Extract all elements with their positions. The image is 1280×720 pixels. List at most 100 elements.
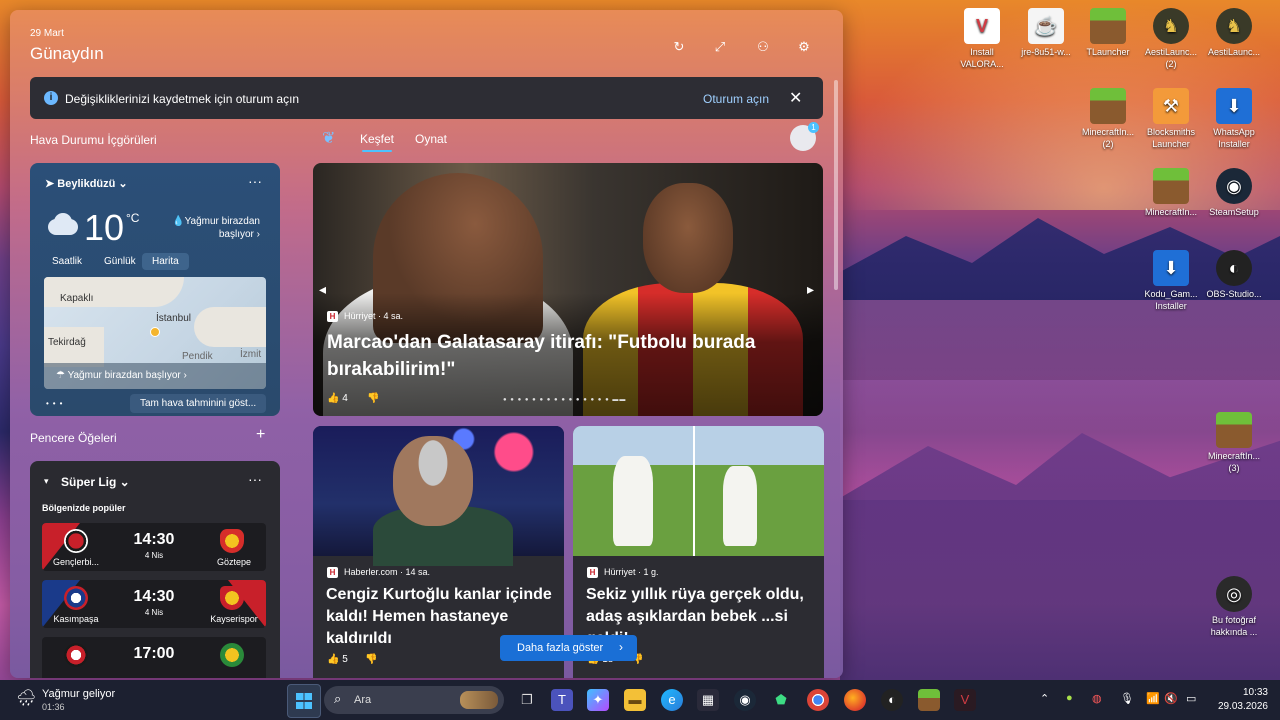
more-options-icon[interactable]: ···	[248, 173, 262, 189]
desktop-icon-steamsetup[interactable]: ◉ SteamSetup	[1204, 168, 1264, 218]
desktop-icon-blocksmiths[interactable]: ⚒ Blocksmiths Launcher	[1141, 88, 1201, 150]
desktop-icon-minecraft[interactable]: MinecraftIn...	[1141, 168, 1201, 218]
desktop-icon-obs[interactable]: ◐ OBS-Studio...	[1204, 250, 1264, 300]
tab-play[interactable]: Oynat	[415, 132, 447, 146]
match-row[interactable]: Kasımpaşa 14:30 4 Nis Kayserispor	[42, 580, 266, 628]
temperature-unit: °C	[126, 211, 140, 225]
info-icon: i	[44, 91, 58, 105]
steam-icon[interactable]: ◉	[734, 689, 756, 711]
hurriyet-logo-icon: H	[327, 311, 338, 323]
settings-gear-icon[interactable]: ⚙	[795, 38, 813, 56]
temperature: 10	[84, 207, 125, 248]
chrome-icon[interactable]	[807, 689, 829, 711]
volume-muted-icon[interactable]: 🔇	[1164, 692, 1178, 705]
minecraft-icon[interactable]	[918, 689, 940, 711]
valorant-icon[interactable]: V	[954, 689, 976, 711]
download-icon: ⬇	[1153, 250, 1189, 286]
full-forecast-button[interactable]: Tam hava tahminini göst...	[130, 394, 267, 413]
notification-badge: 1	[808, 122, 819, 133]
team-crest-icon	[220, 529, 244, 553]
map-label: İstanbul	[156, 313, 192, 324]
taskbar-search[interactable]: ⌕ Ara	[324, 686, 504, 714]
match-date: 4 Nis	[144, 551, 164, 560]
tab-hourly[interactable]: Saatlik	[42, 253, 92, 270]
taskbar-clock[interactable]: 10:33 29.03.2026	[1204, 686, 1268, 714]
map-label: Kapaklı	[60, 293, 94, 304]
battery-icon[interactable]: ▭	[1186, 692, 1196, 705]
desktop-icon-minecraft-3[interactable]: MinecraftIn... (3)	[1204, 412, 1264, 474]
tab-discover[interactable]: Keşfet	[360, 132, 394, 152]
like-button[interactable]: 👍 4	[327, 393, 348, 404]
tab-daily[interactable]: Günlük	[94, 253, 146, 270]
hero-headline[interactable]: Marcao'dan Galatasaray itirafı: "Futbolu…	[327, 329, 787, 383]
show-more-button[interactable]: Daha fazla göster ›	[500, 635, 637, 661]
scrollbar[interactable]	[834, 80, 838, 290]
taskbar-weather[interactable]: 🌧 Yağmur geliyor 01:36	[16, 686, 115, 712]
desktop-icon-tlauncher[interactable]: TLauncher	[1078, 8, 1138, 58]
file-explorer-icon[interactable]: ▬	[624, 689, 646, 711]
teams-icon[interactable]: T	[551, 689, 573, 711]
avatar[interactable]: 1	[790, 122, 819, 151]
store-icon[interactable]: ▦	[697, 689, 719, 711]
copilot-icon[interactable]: ✦	[587, 689, 609, 711]
tab-map[interactable]: Harita	[142, 253, 189, 270]
more-options-icon[interactable]: ···	[248, 471, 262, 487]
add-widget-icon[interactable]: +	[256, 426, 265, 444]
firefox-icon[interactable]	[844, 689, 866, 711]
desktop-icon-java[interactable]: ☕ jre-8u51-w...	[1016, 8, 1076, 58]
dislike-button[interactable]: 👎	[367, 393, 379, 404]
microphone-icon[interactable]: 🎙	[1120, 692, 1134, 705]
java-icon: ☕	[1028, 8, 1064, 44]
weather-card[interactable]: ➤ Beylikdüzü ⌄ ··· 10 °C 💧Yağmur birazda…	[30, 163, 280, 416]
team-crest-icon	[64, 643, 88, 667]
rain-notice[interactable]: ☂ Yağmur birazdan başlıyor ›	[44, 363, 266, 389]
obs-icon[interactable]: ◐	[881, 689, 903, 711]
android-icon[interactable]: ⬟	[770, 689, 792, 711]
desktop-icon-valorant[interactable]: V Install VALORA...	[952, 8, 1012, 70]
wifi-icon[interactable]: 📶	[1146, 692, 1160, 705]
league-card[interactable]: ▾ Süper Lig ⌄ ··· Bölgenizde popüler Gen…	[30, 461, 280, 678]
signin-link[interactable]: Oturum açın	[703, 92, 769, 106]
hero-news-card[interactable]: ◂ ▸ H Hürriyet · 4 sa. Marcao'dan Galatas…	[313, 163, 823, 416]
next-arrow-icon[interactable]: ▸	[807, 281, 814, 298]
close-icon[interactable]: ✕	[789, 88, 802, 108]
map-label: Pendik	[182, 351, 213, 362]
location-pin-icon	[150, 327, 160, 337]
like-button[interactable]: 👍 5	[327, 654, 348, 665]
desktop-icon-whatsapp[interactable]: ⬇ WhatsApp Installer	[1204, 88, 1264, 150]
hero-image	[643, 183, 733, 293]
viking-icon: ♞	[1153, 8, 1189, 44]
collapse-icon[interactable]: ▾	[44, 476, 49, 487]
desktop-icon-aestilauncher[interactable]: ♞ AestiLaunc...	[1204, 8, 1264, 58]
task-view-icon[interactable]: ❐	[516, 689, 538, 711]
team-crest-icon	[64, 529, 88, 553]
edge-icon[interactable]: e	[661, 689, 683, 711]
match-row[interactable]: Gençlerbi... 14:30 4 Nis Göztepe	[42, 523, 266, 571]
tray-app-icon[interactable]: ◍	[1092, 692, 1102, 705]
taskbar: 🌧 Yağmur geliyor 01:36 ⌕ Ara ❐ T ✦ ▬ e ▦…	[0, 680, 1280, 720]
desktop-icon-kodu[interactable]: ⬇ Kodu_Gam... Installer	[1141, 250, 1201, 312]
tray-app-icon[interactable]: ●	[1066, 692, 1073, 704]
chevron-right-icon: ›	[619, 640, 623, 654]
desktop-icon-about-photo[interactable]: ◎ Bu fotoğraf hakkında ...	[1204, 576, 1264, 638]
desktop-icon-aestilauncher-2[interactable]: ♞ AestiLaunc... (2)	[1141, 8, 1201, 70]
weather-location[interactable]: ➤ Beylikdüzü ⌄	[45, 177, 128, 190]
widgets-section-title: Pencere Öğeleri	[30, 431, 117, 445]
team-crest-icon	[64, 586, 88, 610]
expand-icon[interactable]: ⤢	[711, 38, 729, 56]
dislike-button[interactable]: 👎	[365, 654, 377, 665]
minecraft-icon	[1216, 412, 1252, 448]
start-button[interactable]	[287, 684, 321, 718]
widgets-panel: 29 Mart Günaydın ↻ ⤢ ⚇ ⚙ i Değişiklikler…	[10, 10, 843, 678]
prev-arrow-icon[interactable]: ◂	[319, 281, 326, 298]
people-icon[interactable]: ⚇	[754, 38, 772, 56]
match-row[interactable]: 17:00	[42, 637, 266, 678]
weather-map[interactable]: Kapaklı İstanbul Tekirdağ Pendik İzmit ☂…	[44, 277, 266, 389]
map-land	[194, 307, 266, 347]
weather-description: 💧Yağmur birazdan başlıyor ›	[172, 216, 260, 240]
league-title[interactable]: Süper Lig ⌄	[61, 475, 130, 489]
chevron-up-icon[interactable]: ⌃	[1040, 692, 1049, 705]
desktop-icon-minecraft-2[interactable]: MinecraftIn... (2)	[1078, 88, 1138, 150]
news-image	[313, 426, 564, 566]
refresh-icon[interactable]: ↻	[670, 38, 688, 56]
